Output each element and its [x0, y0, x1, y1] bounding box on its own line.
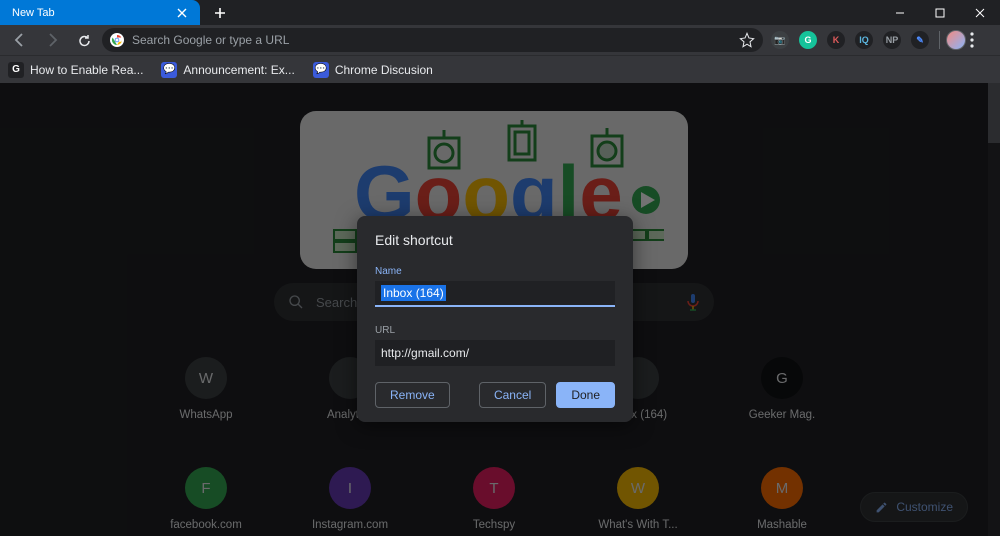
remove-button[interactable]: Remove: [375, 382, 450, 408]
bookmark-favicon: 💬: [313, 62, 329, 78]
cancel-button[interactable]: Cancel: [479, 382, 546, 408]
browser-tab[interactable]: New Tab: [0, 0, 200, 25]
bookmarks-bar: G How to Enable Rea... 💬 Announcement: Ex..…: [0, 55, 1000, 83]
grammarly-icon[interactable]: G: [799, 31, 817, 49]
name-input[interactable]: Inbox (164): [375, 281, 615, 307]
window-titlebar: New Tab: [0, 0, 1000, 25]
close-tab-icon[interactable]: [174, 5, 190, 21]
bookmark-label: How to Enable Rea...: [30, 63, 143, 77]
camera-icon[interactable]: 📷: [771, 31, 789, 49]
address-bar[interactable]: Search Google or type a URL: [102, 28, 763, 52]
extensions-area: 📷 GK IQ NP ✎: [767, 31, 933, 49]
address-bar-text: Search Google or type a URL: [132, 33, 731, 47]
site-identity-icon: [110, 33, 124, 47]
np-ext-icon[interactable]: NP: [883, 31, 901, 49]
bookmark-item[interactable]: 💬 Announcement: Ex...: [161, 62, 294, 78]
iq-ext-icon[interactable]: IQ: [855, 31, 873, 49]
dialog-actions: Remove Cancel Done: [357, 366, 633, 408]
minimize-button[interactable]: [880, 0, 920, 25]
url-field-label: URL: [375, 325, 615, 336]
name-input-value: Inbox (164): [381, 285, 446, 301]
tab-title: New Tab: [12, 7, 55, 19]
done-button[interactable]: Done: [556, 382, 615, 408]
url-input[interactable]: http://gmail.com/: [375, 340, 615, 366]
back-button[interactable]: [6, 26, 34, 54]
close-window-button[interactable]: [960, 0, 1000, 25]
k-ext-icon[interactable]: K: [827, 31, 845, 49]
name-field: Name Inbox (164): [357, 266, 633, 307]
bookmark-item[interactable]: 💬 Chrome Discusion: [313, 62, 433, 78]
name-field-label: Name: [375, 266, 615, 277]
bookmark-star-icon[interactable]: [739, 32, 755, 48]
forward-button[interactable]: [38, 26, 66, 54]
toolbar-separator: [939, 31, 940, 49]
bookmark-favicon: G: [8, 62, 24, 78]
chrome-menu-button[interactable]: [970, 32, 994, 48]
window-controls: [880, 0, 1000, 25]
bookmark-label: Announcement: Ex...: [183, 63, 294, 77]
new-tab-button[interactable]: [206, 0, 234, 25]
bookmark-favicon: 💬: [161, 62, 177, 78]
bookmark-label: Chrome Discusion: [335, 63, 433, 77]
bookmark-item[interactable]: G How to Enable Rea...: [8, 62, 143, 78]
maximize-button[interactable]: [920, 0, 960, 25]
reload-button[interactable]: [70, 26, 98, 54]
browser-toolbar: Search Google or type a URL 📷 GK IQ NP ✎: [0, 25, 1000, 55]
url-field: URL http://gmail.com/: [357, 325, 633, 366]
dialog-title: Edit shortcut: [357, 232, 633, 248]
pen-ext-icon[interactable]: ✎: [911, 31, 929, 49]
url-input-value: http://gmail.com/: [381, 346, 469, 360]
profile-avatar[interactable]: [946, 30, 966, 50]
edit-shortcut-dialog: Edit shortcut Name Inbox (164) URL http:…: [357, 216, 633, 422]
